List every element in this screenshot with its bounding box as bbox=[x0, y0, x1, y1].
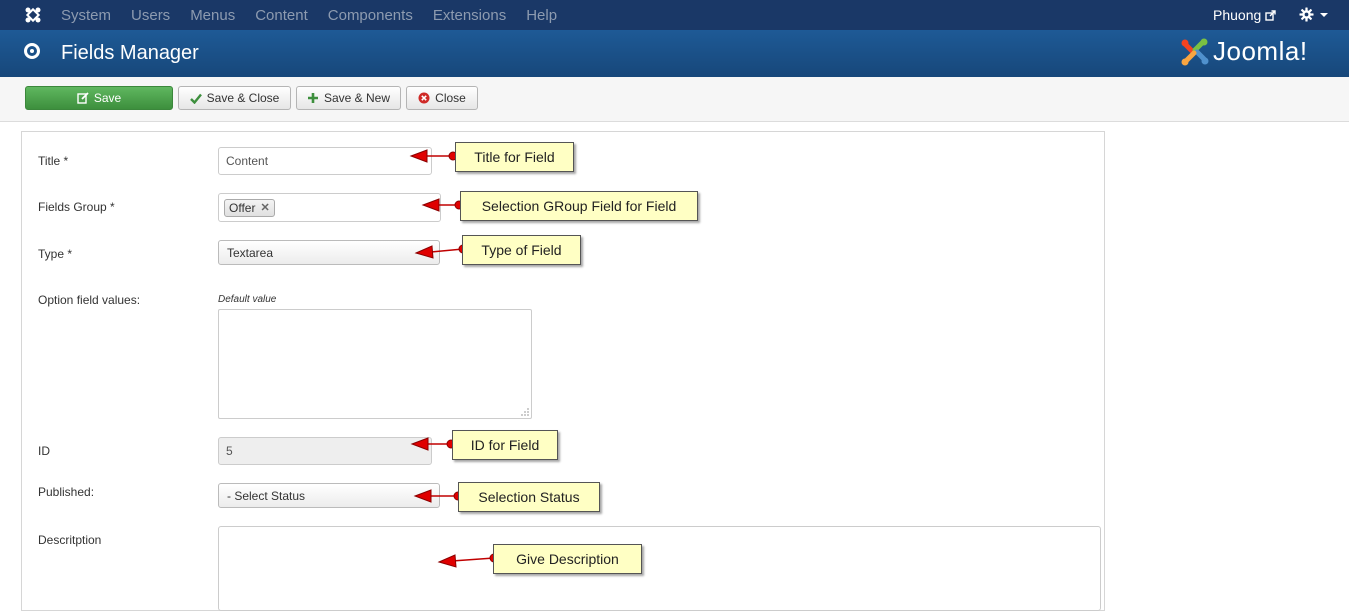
arrow-status bbox=[413, 489, 432, 503]
callout-status: Selection Status bbox=[458, 482, 600, 512]
arrow-type bbox=[414, 245, 434, 259]
arrow-description bbox=[437, 554, 457, 568]
callout-group: Selection GRoup Field for Field bbox=[460, 191, 698, 221]
callout-type: Type of Field bbox=[462, 235, 581, 265]
arrow-id bbox=[410, 437, 429, 451]
arrow-group bbox=[421, 198, 440, 212]
annotation-arrows bbox=[409, 149, 499, 568]
callout-description: Give Description bbox=[493, 544, 642, 574]
callout-title: Title for Field bbox=[455, 142, 574, 172]
callout-id: ID for Field bbox=[452, 430, 558, 460]
arrow-title bbox=[409, 149, 428, 163]
